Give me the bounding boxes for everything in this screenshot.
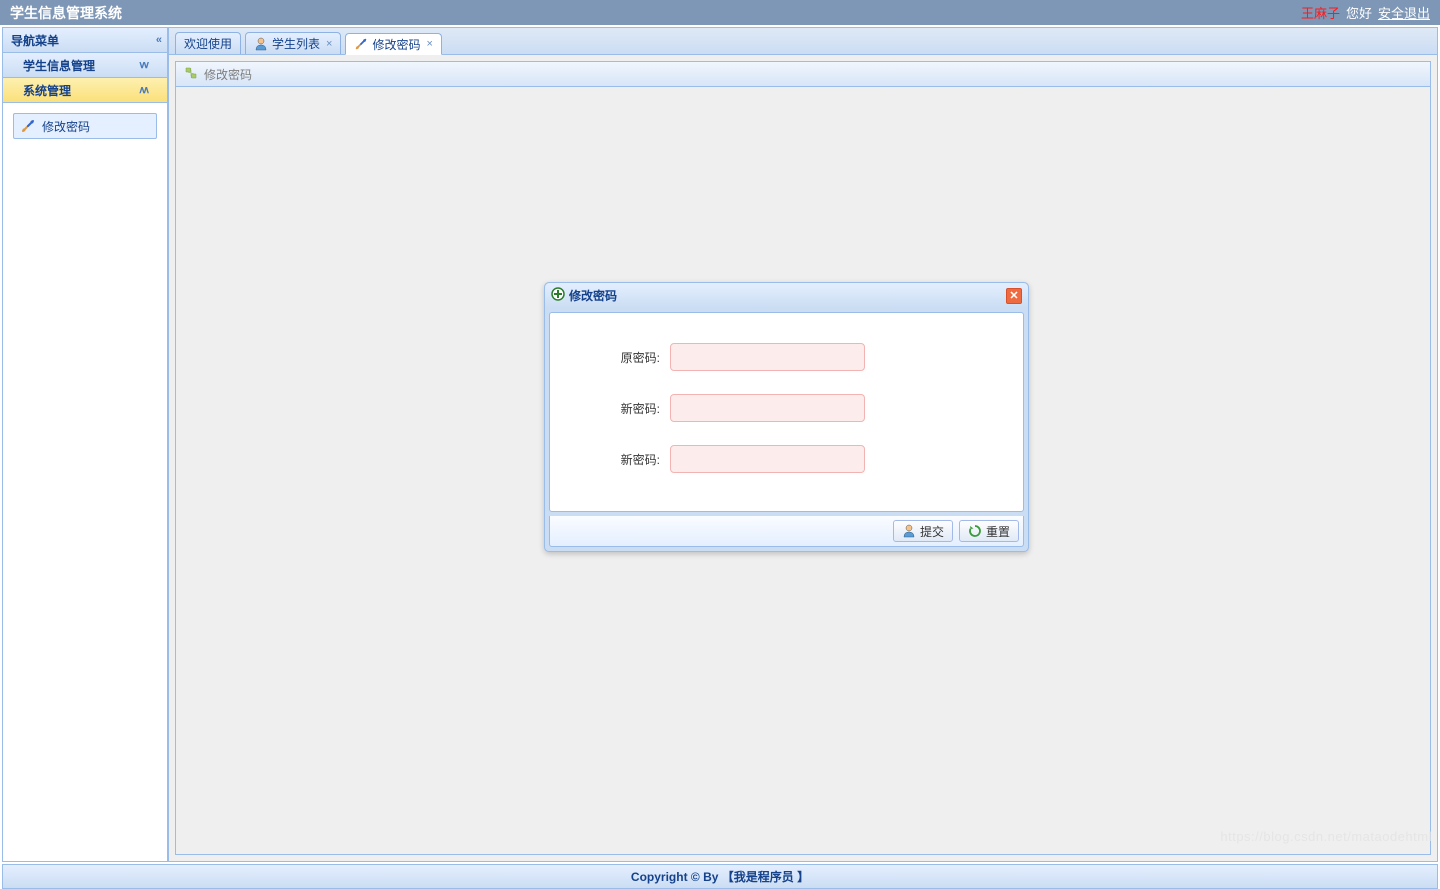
user-icon — [902, 524, 916, 538]
refresh-icon — [968, 524, 982, 538]
tab-welcome[interactable]: 欢迎使用 — [175, 32, 241, 54]
new-password1-label: 新密码: — [590, 400, 660, 417]
accordion-label: 学生信息管理 — [23, 57, 95, 74]
app-header: 学生信息管理系统 王麻子 您好 安全退出 — [0, 0, 1440, 25]
dialog-body: 原密码: 新密码: 新密码: — [549, 312, 1024, 512]
old-password-input[interactable] — [670, 343, 865, 371]
footer-text: Copyright © By 【我是程序员 】 — [631, 868, 809, 885]
accordion-system[interactable]: 系统管理 ∧∧ — [3, 78, 167, 103]
logout-link[interactable]: 安全退出 — [1378, 3, 1430, 22]
tab-label: 学生列表 — [272, 35, 320, 52]
sidebar-title: 导航菜单 « — [3, 28, 167, 53]
close-icon[interactable]: × — [326, 38, 332, 50]
tab-label: 修改密码 — [372, 36, 420, 53]
tab-student-list[interactable]: 学生列表 × — [245, 32, 341, 54]
wrench-icon — [354, 37, 368, 51]
sidebar-title-label: 导航菜单 — [11, 32, 59, 49]
submit-label: 提交 — [920, 523, 944, 540]
new-password2-input[interactable] — [670, 445, 865, 473]
tab-change-password[interactable]: 修改密码 × — [345, 33, 441, 55]
app-title: 学生信息管理系统 — [10, 3, 122, 23]
middle: 导航菜单 « 学生信息管理 ∨∨ 系统管理 ∧∧ 修改密码 欢迎使用 — [0, 25, 1440, 864]
greeting: 您好 — [1346, 3, 1372, 22]
form-row-new-password1: 新密码: — [590, 394, 983, 422]
form-row-old-password: 原密码: — [590, 343, 983, 371]
sidebar-item-change-password[interactable]: 修改密码 — [13, 113, 157, 139]
tab-label: 欢迎使用 — [184, 35, 232, 52]
content: 修改密码 修改密码 ✕ — [169, 55, 1437, 861]
reset-button[interactable]: 重置 — [959, 520, 1019, 542]
chevron-down-icon: ∨∨ — [138, 60, 147, 71]
footer: Copyright © By 【我是程序员 】 — [2, 864, 1438, 889]
dialog-title-label: 修改密码 — [569, 287, 617, 304]
panel-header: 修改密码 — [176, 62, 1430, 87]
dialog-title-left: 修改密码 — [551, 287, 617, 304]
sidebar-body: 修改密码 — [3, 103, 167, 861]
panel-body: 修改密码 ✕ 原密码: 新密码: — [176, 87, 1430, 854]
new-password1-input[interactable] — [670, 394, 865, 422]
sidebar: 导航菜单 « 学生信息管理 ∨∨ 系统管理 ∧∧ 修改密码 — [2, 27, 168, 862]
form-row-new-password2: 新密码: — [590, 445, 983, 473]
close-icon[interactable]: × — [426, 38, 432, 50]
accordion-label: 系统管理 — [23, 82, 71, 99]
new-password2-label: 新密码: — [590, 451, 660, 468]
user-icon — [254, 37, 268, 51]
main: 欢迎使用 学生列表 × 修改密码 × — [168, 27, 1438, 862]
panel-title-label: 修改密码 — [204, 66, 252, 83]
sidebar-item-label: 修改密码 — [42, 118, 90, 135]
puzzle-icon — [184, 66, 198, 83]
collapse-icon[interactable]: « — [156, 34, 159, 46]
reset-label: 重置 — [986, 523, 1010, 540]
content-panel: 修改密码 修改密码 ✕ — [175, 61, 1431, 855]
accordion-student-info[interactable]: 学生信息管理 ∨∨ — [3, 53, 167, 78]
dialog-title[interactable]: 修改密码 ✕ — [545, 283, 1028, 308]
user-name: 王麻子 — [1301, 3, 1340, 22]
submit-button[interactable]: 提交 — [893, 520, 953, 542]
plus-icon — [551, 287, 565, 304]
dialog-footer: 提交 重置 — [549, 516, 1024, 547]
tab-strip: 欢迎使用 学生列表 × 修改密码 × — [169, 28, 1437, 55]
header-right: 王麻子 您好 安全退出 — [1301, 3, 1430, 22]
close-icon: ✕ — [1009, 289, 1018, 302]
wrench-icon — [20, 118, 36, 134]
change-password-dialog: 修改密码 ✕ 原密码: 新密码: — [544, 282, 1029, 552]
old-password-label: 原密码: — [590, 349, 660, 366]
chevron-up-icon: ∧∧ — [138, 85, 147, 96]
dialog-close-button[interactable]: ✕ — [1006, 288, 1022, 304]
